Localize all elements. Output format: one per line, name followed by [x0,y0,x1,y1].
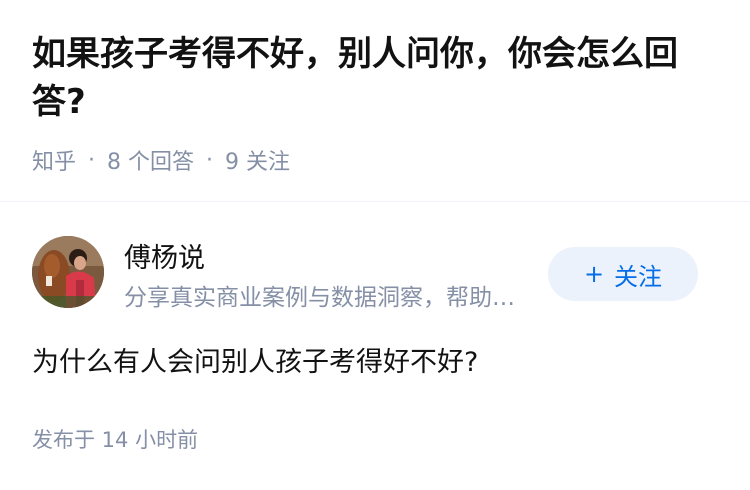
meta-separator-dot: · [206,147,214,173]
publish-time: 发布于 14 小时前 [32,428,199,452]
answer-card: 傅杨说 分享真实商业案例与数据洞察，帮助更多人理解商业本质 + 关注 为什么有人… [0,202,750,452]
question-title[interactable]: 如果孩子考得不好，别人问你，你会怎么回答? [32,30,718,126]
follow-button-label: 关注 [614,262,663,291]
question-meta: 知乎 · 8 个回答 · 9 关注 [32,144,718,176]
avatar[interactable] [32,236,104,308]
author-row: 傅杨说 分享真实商业案例与数据洞察，帮助更多人理解商业本质 + 关注 [0,202,750,311]
follow-button[interactable]: + 关注 [548,247,698,301]
meta-separator-dot: · [88,147,96,173]
plus-icon: + [583,260,605,288]
author-bio: 分享真实商业案例与数据洞察，帮助更多人理解商业本质 [124,285,536,311]
follower-count[interactable]: 9 关注 [225,144,290,176]
answer-content[interactable]: 为什么有人会问别人孩子考得好不好? [32,340,478,379]
avatar-photo-icon [32,236,104,308]
question-header: 如果孩子考得不好，别人问你，你会怎么回答? 知乎 · 8 个回答 · 9 关注 [0,0,750,176]
author-name[interactable]: 傅杨说 [124,236,205,275]
source-label[interactable]: 知乎 [32,144,76,176]
page: 如果孩子考得不好，别人问你，你会怎么回答? 知乎 · 8 个回答 · 9 关注 [0,0,750,490]
answer-count[interactable]: 8 个回答 [107,144,194,176]
